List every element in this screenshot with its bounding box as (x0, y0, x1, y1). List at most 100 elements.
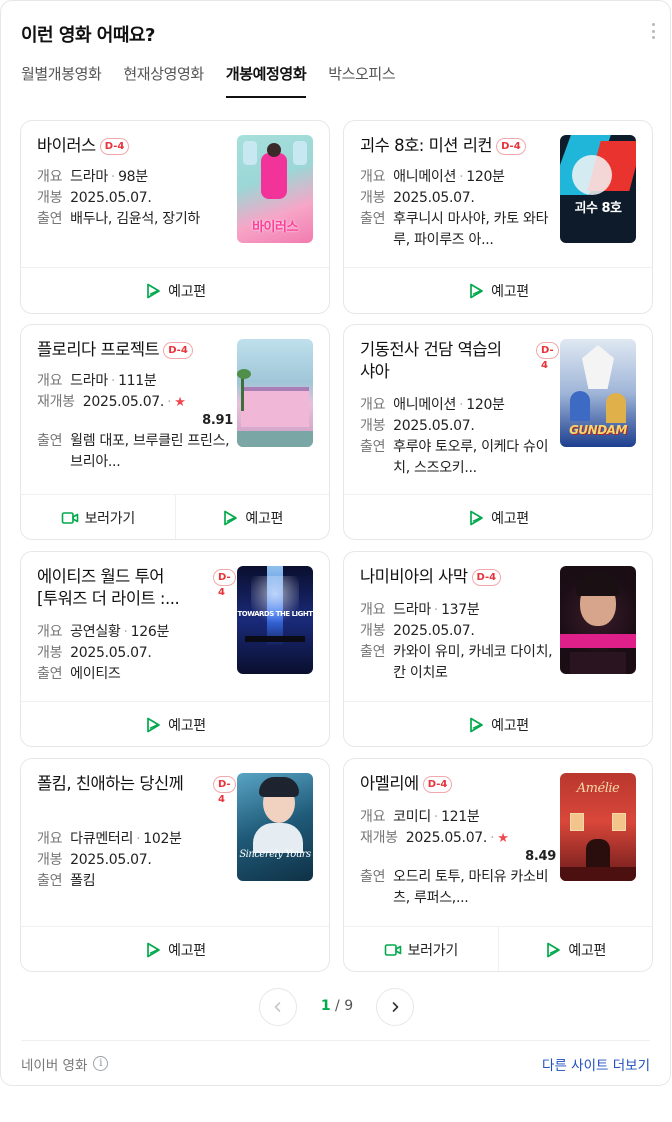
rerelease-label: 재개봉 (360, 830, 398, 846)
trailer-button[interactable]: 예고편 (497, 927, 653, 971)
more-options-icon[interactable] (650, 23, 656, 39)
trailer-button[interactable]: 예고편 (344, 495, 652, 539)
trailer-button[interactable]: 예고편 (21, 927, 329, 971)
release-label: 개봉 (37, 190, 63, 206)
movie-title[interactable]: 폴킴, 친애하는 당신께 (37, 773, 187, 795)
rerelease-label: 재개봉 (37, 394, 75, 410)
chevron-right-icon (392, 1002, 399, 1012)
genre-label: 개요 (360, 397, 386, 413)
movie-card[interactable]: 괴수 8호: 미션 리컨 D-4 개요 애니메이션 · 120분 개봉 2025.05.… (343, 120, 653, 314)
movie-title[interactable]: 기동전사 건담 역습의 샤아 (360, 339, 510, 383)
trailer-button[interactable]: 예고편 (344, 702, 652, 746)
cast-label: 출연 (360, 211, 386, 227)
watch-button[interactable]: 보러가기 (344, 927, 498, 971)
movie-title[interactable]: 괴수 8호: 미션 리컨 (360, 135, 492, 157)
cast-value: 후루야 토오루, 이케다 슈이치, 스즈오키... (393, 439, 549, 476)
movie-title[interactable]: 플로리다 프로젝트 (37, 339, 159, 361)
cast-value: 에이티즈 (70, 666, 121, 682)
dday-badge: D-4 (163, 342, 193, 359)
watch-button[interactable]: 보러가기 (21, 495, 175, 539)
rating-score: 8.49 (525, 849, 556, 864)
genre-value: 애니메이션 (393, 169, 457, 185)
dday-badge: D-4 (496, 138, 526, 155)
video-camera-icon (61, 511, 78, 524)
movie-poster[interactable] (560, 566, 636, 674)
trailer-button[interactable]: 예고편 (344, 268, 652, 313)
movie-card[interactable]: 에이티즈 월드 투어 [투워즈 더 라이트 :... D-4 개요 공연실황 · 12… (20, 551, 330, 747)
release-label: 개봉 (37, 645, 63, 661)
tab-upcoming[interactable]: 개봉예정영화 (225, 61, 307, 98)
total-pages: 9 (344, 998, 354, 1014)
movie-poster[interactable] (237, 339, 313, 447)
cast-value: 후쿠니시 마사야, 카토 와타루, 파이루즈 아... (393, 211, 549, 248)
movie-card[interactable]: 기동전사 건담 역습의 샤아 D-4 개요 애니메이션 · 120분 개봉 2025.0… (343, 324, 653, 540)
play-icon (147, 942, 160, 957)
rating-score: 8.91 (202, 413, 233, 428)
genre-label: 개요 (37, 624, 63, 640)
play-icon (470, 717, 483, 732)
movie-card[interactable]: 폴킴, 친애하는 당신께 D-4 개요 다큐멘터리 · 102분 개봉 2025.05.… (20, 758, 330, 972)
cast-value: 윌렘 대포, 브루클린 프린스, 브리아... (70, 433, 230, 470)
movie-card[interactable]: 나미비아의 사막 D-4 개요 드라마 · 137분 개봉 2025.05.07. 출연… (343, 551, 653, 747)
movie-poster[interactable]: 바이러스 (237, 135, 313, 243)
info-icon[interactable]: i (93, 1056, 109, 1071)
next-page-button[interactable] (376, 988, 414, 1026)
cast-label: 출연 (37, 666, 63, 682)
movie-title[interactable]: 나미비아의 사막 (360, 566, 468, 588)
movie-recommendation-panel: 이런 영화 어때요? 월별개봉영화 현재상영영화 개봉예정영화 박스오피스 바이… (0, 0, 671, 1086)
play-icon (224, 510, 238, 525)
movie-title[interactable]: 아멜리에 (360, 773, 419, 795)
movie-poster[interactable]: GUNDAM (560, 339, 636, 447)
tab-box-office[interactable]: 박스오피스 (328, 61, 395, 98)
pagination: 1 / 9 (1, 988, 670, 1026)
more-sites-link[interactable]: 다른 사이트 더보기 (542, 1054, 650, 1074)
play-icon (470, 510, 483, 525)
star-icon: ★ (497, 831, 509, 846)
play-icon (470, 283, 483, 298)
page-indicator: 1 / 9 (320, 998, 354, 1014)
dday-badge: D-4 (213, 569, 236, 598)
movie-title[interactable]: 에이티즈 월드 투어 [투워즈 더 라이트 :... (37, 566, 187, 610)
section-title: 이런 영화 어때요? (21, 25, 155, 46)
trailer-button[interactable]: 예고편 (21, 702, 329, 746)
runtime-value: 126분 (130, 624, 170, 640)
genre-label: 개요 (37, 831, 63, 847)
movie-card[interactable]: 플로리다 프로젝트 D-4 개요 드라마 · 111분 재개봉 2025.05.07. ·… (20, 324, 330, 540)
movie-title[interactable]: 바이러스 (37, 135, 96, 157)
cast-value: 폴킴 (70, 873, 96, 889)
cast-label: 출연 (37, 433, 63, 449)
prev-page-button[interactable] (259, 988, 297, 1026)
trailer-button[interactable]: 예고편 (174, 495, 330, 539)
runtime-value: 102분 (143, 831, 182, 847)
genre-label: 개요 (37, 169, 63, 185)
trailer-button[interactable]: 예고편 (21, 268, 329, 313)
cast-label: 출연 (360, 439, 386, 455)
tab-now-showing[interactable]: 현재상영영화 (123, 61, 204, 98)
genre-label: 개요 (37, 373, 63, 389)
movie-poster[interactable]: Sincerely Yours (237, 773, 313, 881)
dday-badge: D-4 (422, 776, 453, 793)
runtime-value: 111분 (118, 373, 157, 389)
dday-badge: D-4 (536, 342, 559, 371)
runtime-value: 121분 (441, 809, 480, 825)
current-page: 1 (320, 998, 331, 1014)
release-label: 개봉 (360, 190, 386, 206)
release-date: 2025.05.07. (70, 852, 152, 868)
poster-text: 괴수 8호 (574, 201, 622, 216)
movie-card[interactable]: 아멜리에 D-4 개요 코미디 · 121분 재개봉 2025.05.07. · ★ 8.49… (343, 758, 653, 972)
footer: 네이버 영화 i 다른 사이트 더보기 (21, 1040, 650, 1086)
movie-poster[interactable]: 괴수 8호 (560, 135, 636, 243)
cast-label: 출연 (37, 873, 63, 889)
release-date: 2025.05.07. (70, 645, 152, 661)
release-date: 2025.05.07. (82, 394, 165, 410)
play-icon (147, 717, 160, 732)
poster-text: GUNDAM (569, 423, 627, 437)
movie-card[interactable]: 바이러스 D-4 개요 드라마 · 98분 개봉 2025.05.07. 출연 배두나, … (20, 120, 330, 314)
tab-monthly-releases[interactable]: 월별개봉영화 (21, 61, 102, 98)
runtime-value: 137분 (441, 602, 480, 618)
movie-poster[interactable]: Amélie (560, 773, 636, 881)
release-date: 2025.05.07. (405, 830, 488, 846)
video-camera-icon (384, 943, 401, 956)
play-icon (147, 283, 160, 298)
movie-poster[interactable]: TOWARDS THE LIGHT (237, 566, 313, 674)
